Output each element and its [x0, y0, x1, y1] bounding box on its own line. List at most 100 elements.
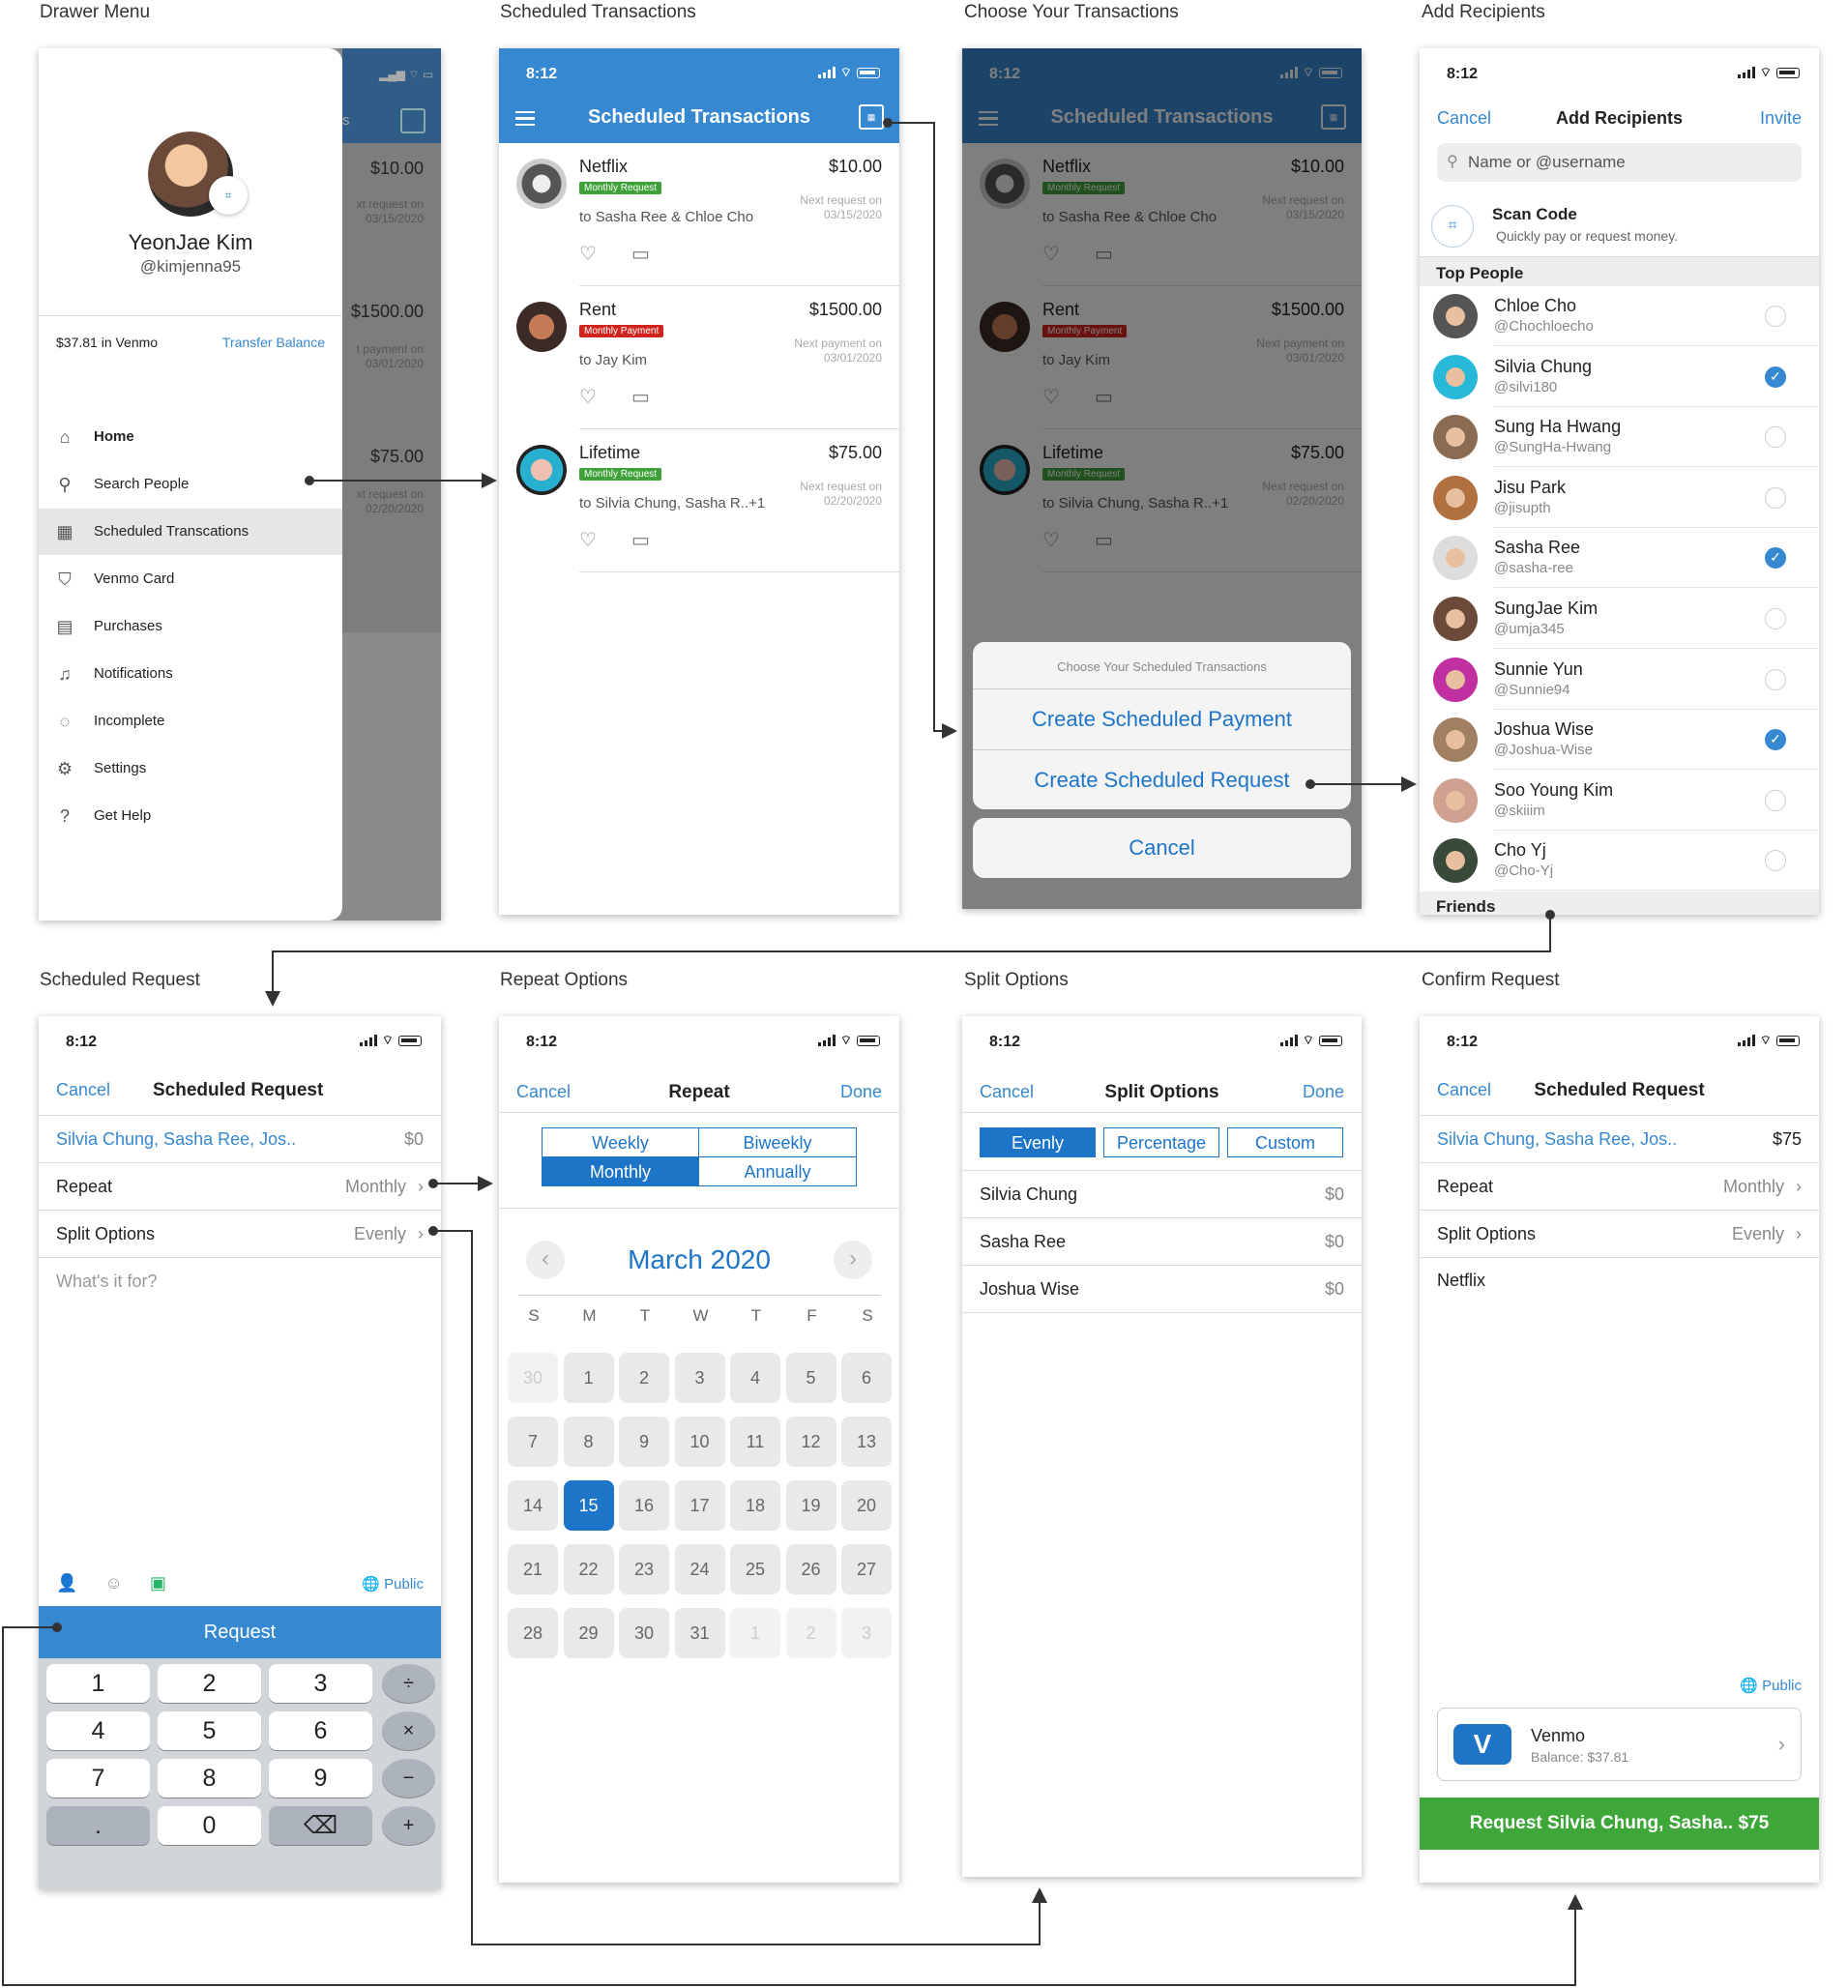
recipients-row[interactable]: Silvia Chung, Sasha Ree, Jos.. $75 [1420, 1116, 1819, 1163]
calendar-day[interactable]: 3 [841, 1608, 892, 1658]
request-button[interactable]: Request [39, 1606, 441, 1658]
search-field[interactable]: ⚲ Name or @username [1437, 143, 1802, 182]
transaction-row[interactable]: Netflix Monthly Request $10.00 Next request… [499, 143, 899, 286]
repeat-row[interactable]: Repeat Monthly › [39, 1163, 441, 1211]
calendar-day[interactable]: 21 [508, 1544, 558, 1594]
person-row[interactable]: Sunnie Yun @Sunnie94 [1420, 650, 1819, 710]
calendar-day[interactable]: 12 [785, 1417, 836, 1467]
calendar-day[interactable]: 6 [841, 1353, 892, 1403]
split-row[interactable]: Split Options Evenly › [1420, 1211, 1819, 1258]
person-row[interactable]: SungJae Kim @umja345 [1420, 589, 1819, 649]
key-7[interactable]: × [382, 1711, 435, 1750]
privacy-toggle[interactable]: 🌐 Public [362, 1575, 424, 1593]
create-request-option[interactable]: Create Scheduled Request [973, 750, 1351, 809]
qr-code-icon[interactable]: ⌗ [209, 176, 248, 215]
transfer-balance-link[interactable]: Transfer Balance [222, 335, 325, 350]
calendar-day[interactable]: 11 [730, 1417, 780, 1467]
calendar-day[interactable]: 18 [730, 1480, 780, 1531]
privacy-toggle[interactable]: 🌐 Public [1740, 1677, 1802, 1694]
menu-item-venmo-card[interactable]: ⛉ Venmo Card [39, 556, 342, 602]
emoji-icon[interactable]: ☺ [104, 1573, 122, 1593]
confirm-request-button[interactable]: Request Silvia Chung, Sasha.. $75 [1420, 1798, 1819, 1850]
unchecked-circle-icon[interactable] [1765, 789, 1786, 811]
key-11[interactable]: − [382, 1759, 435, 1798]
menu-item-get-help[interactable]: ? Get Help [39, 793, 342, 839]
checkmark-icon[interactable]: ✓ [1765, 729, 1786, 751]
create-payment-option[interactable]: Create Scheduled Payment [973, 689, 1351, 749]
calendar-day[interactable]: 10 [674, 1417, 725, 1467]
calendar-day[interactable]: 13 [841, 1417, 892, 1467]
calendar-day[interactable]: 22 [563, 1544, 614, 1594]
comment-icon[interactable]: ▭ [631, 242, 650, 266]
person-row[interactable]: Sung Ha Hwang @SungHa-Hwang [1420, 407, 1819, 468]
unchecked-circle-icon[interactable] [1765, 486, 1786, 509]
seg-monthly[interactable]: Monthly [542, 1156, 699, 1186]
person-row[interactable]: Soo Young Kim @skiiim [1420, 771, 1819, 831]
key-15[interactable]: + [382, 1806, 435, 1845]
calendar-day[interactable]: 30 [508, 1353, 558, 1403]
calendar-day[interactable]: 16 [619, 1480, 669, 1531]
calendar-day[interactable]: 8 [563, 1417, 614, 1467]
note-input[interactable]: What's it for? [56, 1272, 157, 1292]
key-4[interactable]: 4 [46, 1711, 150, 1750]
comment-icon[interactable]: ▭ [631, 385, 650, 409]
calendar-icon[interactable]: ▦ [859, 104, 884, 130]
calendar-day[interactable]: 7 [508, 1417, 558, 1467]
like-icon[interactable]: ♡ [579, 385, 597, 409]
unchecked-circle-icon[interactable] [1765, 850, 1786, 872]
calendar-day[interactable]: 24 [674, 1544, 725, 1594]
calendar-day[interactable]: 20 [841, 1480, 892, 1531]
key-6[interactable]: 6 [269, 1711, 372, 1750]
cancel-button[interactable]: Cancel [973, 818, 1351, 878]
split-row[interactable]: Sasha Ree $0 [962, 1218, 1362, 1266]
menu-item-notifications[interactable]: ♫ Notifications [39, 651, 342, 697]
person-row[interactable]: Silvia Chung @silvi180 ✓ [1420, 347, 1819, 407]
key-5[interactable]: 5 [158, 1711, 261, 1750]
key-9[interactable]: 8 [158, 1759, 261, 1798]
seg-weekly[interactable]: Weekly [542, 1127, 699, 1157]
seg-biweekly[interactable]: Biweekly [698, 1127, 857, 1157]
next-month-button[interactable]: › [834, 1241, 872, 1279]
menu-item-scheduled-transcations[interactable]: ▦ Scheduled Transcations [39, 509, 342, 555]
calendar-day[interactable]: 23 [619, 1544, 669, 1594]
calendar-day[interactable]: 19 [785, 1480, 836, 1531]
seg-evenly[interactable]: Evenly [980, 1127, 1096, 1157]
like-icon[interactable]: ♡ [579, 242, 597, 266]
split-row[interactable]: Silvia Chung $0 [962, 1171, 1362, 1218]
note-text[interactable]: Netflix [1437, 1271, 1485, 1291]
calendar-day[interactable]: 9 [619, 1417, 669, 1467]
person-row[interactable]: Chloe Cho @Chochloecho [1420, 286, 1819, 346]
seg-percentage[interactable]: Percentage [1103, 1127, 1219, 1157]
person-row[interactable]: Cho Yj @Cho-Yj [1420, 831, 1819, 892]
unchecked-circle-icon[interactable] [1765, 668, 1786, 690]
calendar-day[interactable]: 3 [674, 1353, 725, 1403]
key-12[interactable]: . [46, 1806, 150, 1845]
calendar-day[interactable]: 2 [785, 1608, 836, 1658]
repeat-row[interactable]: Repeat Monthly › [1420, 1163, 1819, 1211]
calendar-day[interactable]: 30 [619, 1608, 669, 1658]
key-14[interactable]: ⌫ [269, 1806, 372, 1845]
split-row[interactable]: Joshua Wise $0 [962, 1266, 1362, 1313]
scan-code-row[interactable]: ⌗ Scan Code Quickly pay or request money… [1420, 195, 1819, 257]
sticker-icon[interactable]: ▣ [150, 1573, 166, 1593]
calendar-day[interactable]: 15 [563, 1480, 614, 1531]
menu-item-settings[interactable]: ⚙ Settings [39, 746, 342, 792]
menu-item-incomplete[interactable]: ◌ Incomplete [39, 698, 342, 745]
calendar-day[interactable]: 29 [563, 1608, 614, 1658]
calendar-day[interactable]: 1 [730, 1608, 780, 1658]
key-10[interactable]: 9 [269, 1759, 372, 1798]
menu-item-search-people[interactable]: ⚲ Search People [39, 461, 342, 508]
checkmark-icon[interactable]: ✓ [1765, 365, 1786, 388]
split-row[interactable]: Split Options Evenly › [39, 1211, 441, 1258]
person-row[interactable]: Jisu Park @jisupth [1420, 468, 1819, 528]
unchecked-circle-icon[interactable] [1765, 608, 1786, 629]
calendar-day[interactable]: 14 [508, 1480, 558, 1531]
key-8[interactable]: 7 [46, 1759, 150, 1798]
calendar-day[interactable]: 2 [619, 1353, 669, 1403]
key-0[interactable]: 1 [46, 1664, 150, 1703]
key-2[interactable]: 3 [269, 1664, 372, 1703]
key-1[interactable]: 2 [158, 1664, 261, 1703]
unchecked-circle-icon[interactable] [1765, 306, 1786, 327]
unchecked-circle-icon[interactable] [1765, 426, 1786, 449]
calendar-day[interactable]: 4 [730, 1353, 780, 1403]
